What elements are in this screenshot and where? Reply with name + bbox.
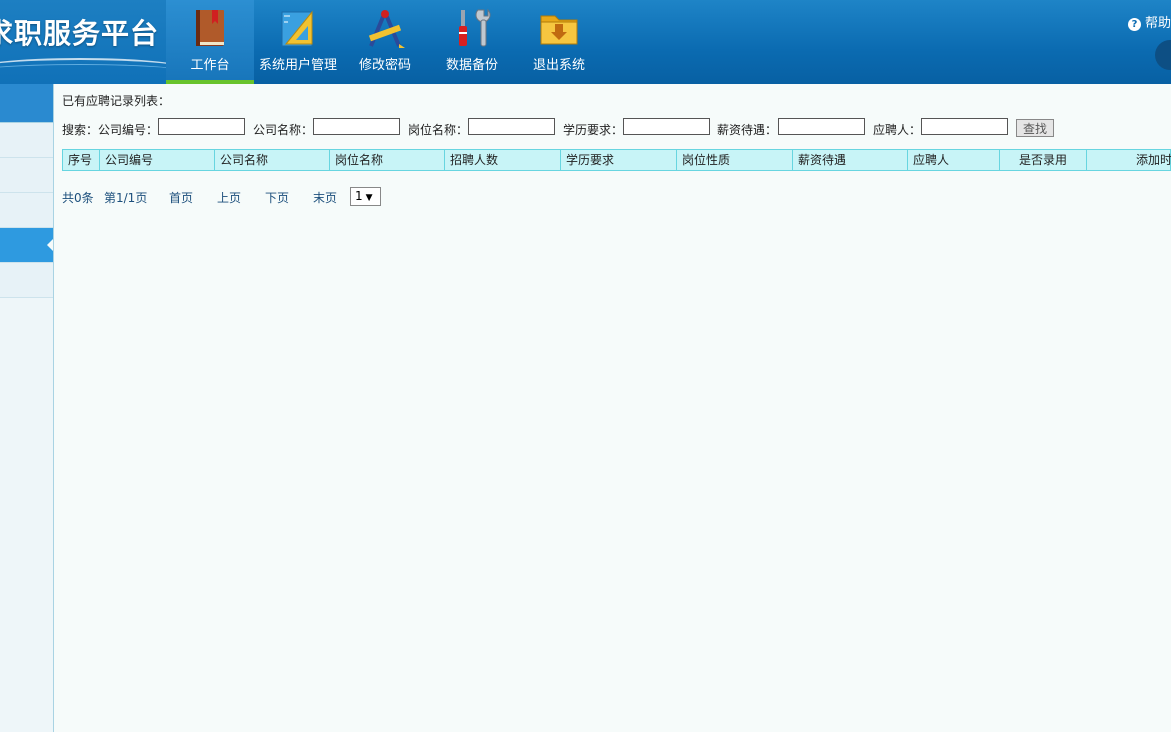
tools-icon [459,8,491,47]
sidebar [0,84,54,732]
company-name-input[interactable] [313,118,400,135]
search-prefix: 搜索： [62,123,99,137]
nav-logout[interactable]: 退出系统 [516,0,602,84]
top-bar: 求职服务平台 工作台 系统用户管理 修改密码 数据备份 退出系统 ? 帮助 [0,0,1171,84]
sidebar-item[interactable] [0,263,53,298]
sidebar-item-active[interactable] [0,228,53,263]
nav-label: 退出系统 [532,58,585,73]
sidebar-header[interactable] [0,84,53,123]
search-button[interactable]: 查找 [1016,119,1054,137]
column-header[interactable]: 公司名称 [215,150,330,170]
user-avatar[interactable] [1155,40,1171,70]
position-name-label: 岗位名称： [408,123,469,137]
book-icon [196,10,224,46]
column-header[interactable]: 公司编号 [100,150,215,170]
column-header[interactable]: 招聘人数 [445,150,561,170]
company-id-label: 公司编号： [98,123,159,137]
column-header[interactable]: 序号 [63,150,100,170]
folder-download-icon [540,15,578,45]
column-header[interactable]: 是否录用 [1000,150,1087,170]
chevron-down-icon: ▼ [365,193,373,203]
sidebar-item[interactable] [0,193,53,228]
nav-data-backup[interactable]: 数据备份 [428,0,516,84]
company-id-input[interactable] [158,118,245,135]
column-header[interactable]: 岗位性质 [677,150,793,170]
help-label: 帮助 [1144,16,1171,31]
column-header[interactable]: 应聘人 [908,150,1000,170]
page-info: 第1/1页 [104,191,148,205]
position-name-input[interactable] [468,118,555,135]
active-arrow-icon [47,238,53,252]
ruler-triangle-icon [281,10,313,47]
nav-user-management[interactable]: 系统用户管理 [254,0,342,84]
education-input[interactable] [623,118,710,135]
pencil-compass-icon [368,10,405,48]
nav-change-password[interactable]: 修改密码 [342,0,428,84]
nav-label: 数据备份 [445,58,498,73]
question-icon: ? [1127,18,1141,31]
sidebar-item[interactable] [0,123,53,158]
list-title: 已有应聘记录列表： [62,94,171,108]
company-name-label: 公司名称： [253,123,314,137]
prev-page-link[interactable]: 上页 [217,189,241,206]
column-header[interactable]: 岗位名称 [330,150,445,170]
nav-workbench[interactable]: 工作台 [166,0,254,84]
search-row: 搜索： 公司编号： 公司名称： 岗位名称： 学历要求： 薪资待遇： 应聘人： 查… [62,118,1171,138]
app-title: 求职服务平台 [0,17,160,50]
applicant-input[interactable] [921,118,1008,135]
applicant-label: 应聘人： [873,123,922,137]
total-count: 共0条 [62,191,94,205]
nav-label: 修改密码 [358,58,411,73]
page-select-value: 1 [355,189,363,203]
education-label: 学历要求： [563,123,624,137]
first-page-link[interactable]: 首页 [169,189,193,206]
help-link[interactable]: ? 帮助 [1127,12,1171,31]
logo-swoosh [0,64,166,84]
next-page-link[interactable]: 下页 [265,189,289,206]
page-select[interactable]: 1 ▼ [350,187,381,206]
table-header: 序号 公司编号 公司名称 岗位名称 招聘人数 学历要求 岗位性质 薪资待遇 应聘… [62,149,1171,171]
nav-label: 工作台 [190,58,230,73]
last-page-link[interactable]: 末页 [313,189,337,206]
logo: 求职服务平台 [0,0,166,84]
nav-label: 系统用户管理 [258,58,337,73]
column-header[interactable]: 学历要求 [561,150,677,170]
column-header[interactable]: 薪资待遇 [793,150,908,170]
column-header[interactable]: 添加时 [1087,150,1171,170]
sidebar-item[interactable] [0,158,53,193]
salary-input[interactable] [778,118,865,135]
pager: 共0条 第1/1页 首页 上页 下页 末页 1 ▼ [62,187,462,207]
salary-label: 薪资待遇： [717,123,778,137]
